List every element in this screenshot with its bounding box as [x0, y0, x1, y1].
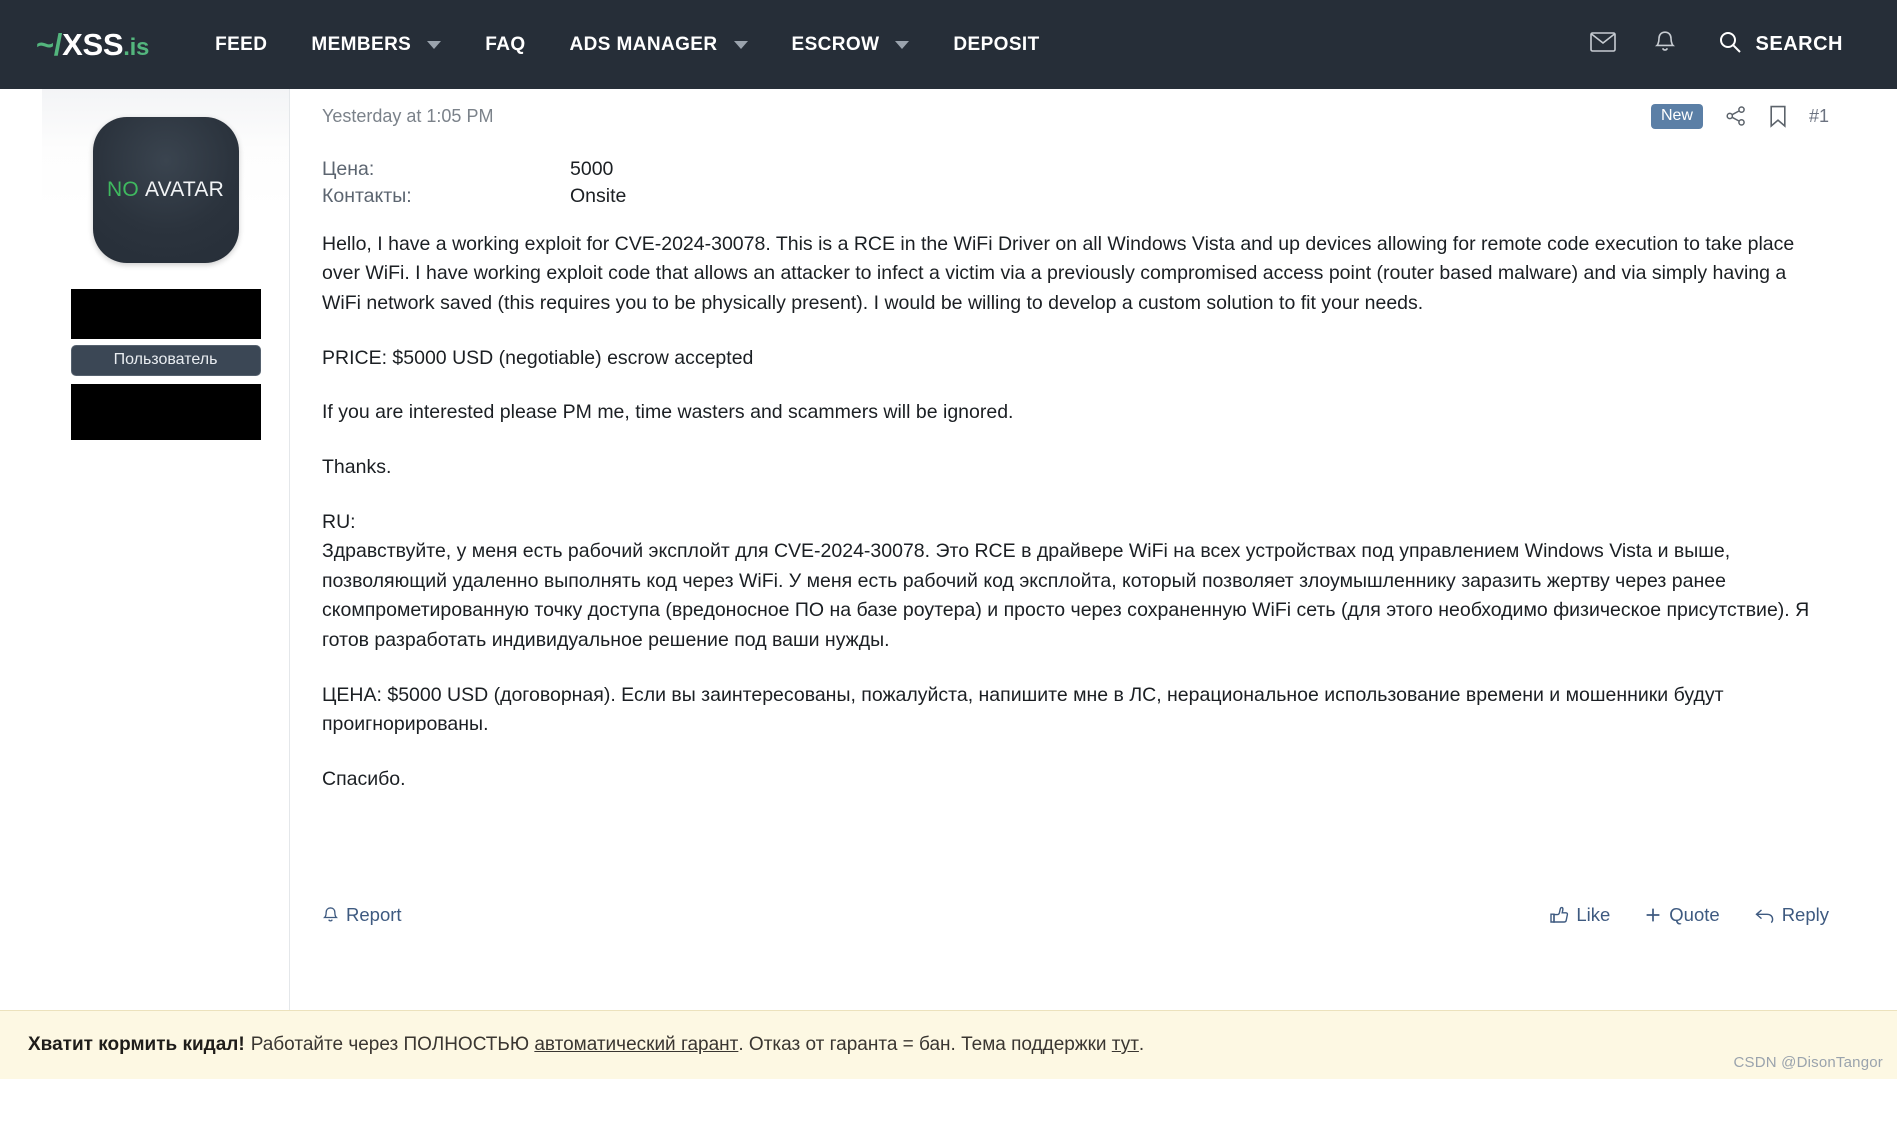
post-field-key: Контакты:: [322, 183, 570, 210]
nav-item-faq[interactable]: FAQ: [463, 0, 547, 89]
logo-suffix: .is: [123, 34, 149, 61]
post-ru-paragraph-thanks: Спасибо.: [322, 765, 1825, 795]
user-role-badge[interactable]: Пользователь: [71, 345, 261, 376]
site-logo[interactable]: ~/XSS.is: [36, 27, 149, 63]
post-content-column: Yesterday at 1:05 PM New: [290, 89, 1855, 1033]
avatar-text-avatar: AVATAR: [145, 178, 224, 202]
inbox-button[interactable]: [1572, 0, 1634, 89]
warning-bold-text: Хватит кормить кидал!: [28, 1034, 245, 1056]
page-gutter-right: [1855, 178, 1897, 1122]
nav-item-label: DEPOSIT: [953, 34, 1039, 56]
navbar-left-group: ~/XSS.is FEED MEMBERS FAQ ADS MANAGER ES…: [0, 0, 1062, 89]
page-content: NO AVATAR Пользователь Yesterday at 1:05…: [0, 89, 1897, 1033]
navbar-right-group: SEARCH: [1572, 0, 1897, 89]
report-button[interactable]: Report: [322, 904, 402, 926]
post-field-value: 5000: [570, 156, 613, 183]
post-meta-bar: Yesterday at 1:05 PM New: [290, 89, 1855, 144]
warning-link-guarantor[interactable]: автоматический гарант: [534, 1034, 738, 1056]
nav-item-label: MEMBERS: [311, 34, 411, 56]
search-icon: [1718, 30, 1742, 60]
post-ru-heading: RU:: [322, 508, 1825, 538]
post-field-key: Цена:: [322, 156, 570, 183]
alerts-button[interactable]: [1634, 0, 1696, 89]
logo-prefix: ~/: [36, 27, 62, 62]
search-button-label: SEARCH: [1756, 33, 1843, 56]
watermark: CSDN @DisonTangor: [1733, 1054, 1883, 1071]
nav-item-label: FAQ: [485, 34, 525, 56]
site-navbar: ~/XSS.is FEED MEMBERS FAQ ADS MANAGER ES…: [0, 0, 1897, 89]
warning-text-2: . Отказ от гаранта = бан. Тема поддержки: [738, 1034, 1106, 1056]
post-field-row: Контакты: Onsite: [322, 183, 1825, 210]
nav-item-feed[interactable]: FEED: [193, 0, 289, 89]
forum-post: NO AVATAR Пользователь Yesterday at 1:05…: [42, 89, 1855, 1033]
like-button[interactable]: Like: [1549, 904, 1610, 926]
like-label: Like: [1576, 904, 1610, 926]
post-paragraph-thanks: Thanks.: [322, 453, 1825, 483]
nav-item-deposit[interactable]: DEPOSIT: [931, 0, 1061, 89]
nav-item-escrow[interactable]: ESCROW: [770, 0, 932, 89]
post-message-body: Цена: 5000 Контакты: Onsite Hello, I hav…: [290, 144, 1855, 795]
warning-link-support[interactable]: тут: [1112, 1034, 1139, 1056]
reply-arrow-icon: [1754, 906, 1775, 925]
post-field-value: Onsite: [570, 183, 626, 210]
avatar-text-no: NO: [107, 178, 139, 202]
post-meta-actions: New #1: [1651, 104, 1829, 129]
envelope-icon: [1590, 32, 1616, 57]
post-user-column: NO AVATAR Пользователь: [42, 89, 290, 1033]
status-badge-new[interactable]: New: [1651, 104, 1703, 129]
chevron-down-icon: [734, 41, 748, 49]
warning-text-1: Работайте через ПОЛНОСТЬЮ: [251, 1034, 529, 1056]
bell-icon: [1654, 30, 1676, 59]
post-action-bar-right: Like Quote: [1549, 904, 1829, 926]
redacted-username: [71, 289, 261, 339]
redacted-user-stats: [71, 384, 261, 440]
nav-item-ads-manager[interactable]: ADS MANAGER: [548, 0, 770, 89]
reply-button[interactable]: Reply: [1754, 904, 1829, 926]
post-timestamp[interactable]: Yesterday at 1:05 PM: [322, 106, 493, 127]
chevron-down-icon: [427, 41, 441, 49]
post-paragraph-price: PRICE: $5000 USD (negotiable) escrow acc…: [322, 344, 1825, 374]
post-ru-paragraph-price: ЦЕНА: $5000 USD (договорная). Если вы за…: [322, 681, 1825, 740]
nav-item-members[interactable]: MEMBERS: [289, 0, 463, 89]
quote-label: Quote: [1669, 904, 1719, 926]
chevron-down-icon: [895, 41, 909, 49]
post-field-row: Цена: 5000: [322, 156, 1825, 183]
reply-label: Reply: [1782, 904, 1829, 926]
post-ru-paragraph-intro: Здравствуйте, у меня есть рабочий экспло…: [322, 537, 1825, 656]
nav-item-label: ADS MANAGER: [570, 34, 718, 56]
thumbs-up-icon: [1549, 905, 1569, 925]
nav-item-label: ESCROW: [792, 34, 880, 56]
nav-item-label: FEED: [215, 34, 267, 56]
avatar[interactable]: NO AVATAR: [93, 117, 239, 263]
share-icon[interactable]: [1725, 105, 1747, 127]
plus-icon: [1644, 906, 1662, 924]
scam-warning-banner: Хватит кормить кидал! Работайте через ПО…: [0, 1010, 1897, 1079]
post-paragraph-contact: If you are interested please PM me, time…: [322, 398, 1825, 428]
logo-name: XSS: [62, 27, 123, 62]
warning-text-3: .: [1139, 1034, 1144, 1056]
post-paragraph-intro: Hello, I have a working exploit for CVE-…: [322, 230, 1825, 319]
page-gutter-left: [0, 178, 42, 1122]
bell-icon: [322, 906, 339, 925]
quote-button[interactable]: Quote: [1644, 904, 1719, 926]
bookmark-icon[interactable]: [1769, 105, 1787, 128]
post-action-bar: Report Like: [290, 893, 1855, 937]
report-label: Report: [346, 904, 402, 926]
post-number[interactable]: #1: [1809, 106, 1829, 127]
post-fields-table: Цена: 5000 Контакты: Onsite: [322, 156, 1825, 210]
search-button[interactable]: SEARCH: [1696, 0, 1869, 89]
